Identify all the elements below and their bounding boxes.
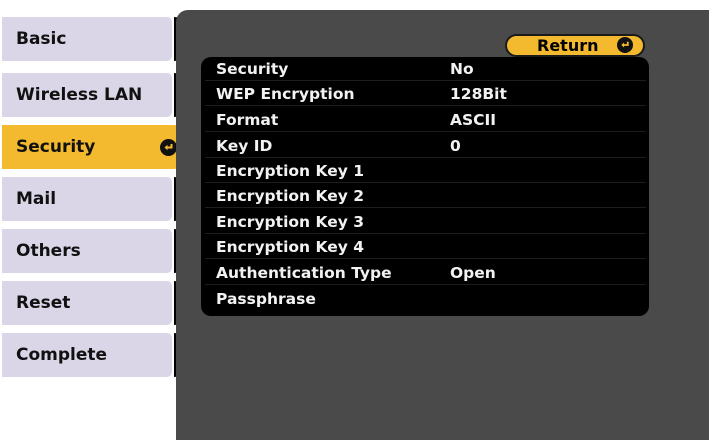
tab-basic[interactable]: Basic [2,17,172,61]
setting-row-encryption-key-1[interactable]: Encryption Key 1 [205,161,646,183]
tab-label: Others [16,241,81,261]
tab-label: Reset [16,293,71,313]
row-divider [205,258,646,259]
setting-label: Passphrase [216,290,316,308]
return-button[interactable]: Return [505,34,645,57]
setting-value: 0 [450,137,461,155]
tab-others[interactable]: Others [2,229,172,273]
setting-row-encryption-key-4[interactable]: Encryption Key 4 [205,237,646,259]
setting-label: WEP Encryption [216,85,355,103]
setting-label: Encryption Key 1 [216,162,364,180]
setting-row-format[interactable]: Format ASCII [205,110,646,132]
row-divider [205,157,646,158]
tab-complete[interactable]: Complete [2,333,172,377]
setting-row-encryption-key-2[interactable]: Encryption Key 2 [205,186,646,208]
setting-value: No [450,60,474,78]
setting-row-authentication-type[interactable]: Authentication Type Open [205,263,646,285]
tab-reset[interactable]: Reset [2,281,172,325]
projector-network-menu: Basic Wireless LAN Security Mail Others … [0,0,709,440]
tab-label: Complete [16,345,108,365]
tab-security[interactable]: Security [2,125,188,169]
setting-label: Encryption Key 4 [216,238,364,256]
tab-label: Wireless LAN [16,85,143,105]
tab-label: Basic [16,29,67,49]
row-divider [205,182,646,183]
enter-icon [617,37,633,53]
setting-label: Authentication Type [216,264,392,282]
tab-wireless-lan[interactable]: Wireless LAN [2,73,172,117]
setting-value: ASCII [450,111,497,129]
setting-value: Open [450,264,496,282]
row-divider [205,207,646,208]
enter-icon [160,139,177,156]
setting-label: Key ID [216,137,273,155]
setting-label: Security [216,60,289,78]
return-button-label: Return [537,36,599,55]
setting-row-security[interactable]: Security No [205,59,646,81]
setting-value: 128Bit [450,85,507,103]
row-divider [205,80,646,81]
row-divider [205,131,646,132]
tab-label: Mail [16,189,57,209]
setting-row-passphrase[interactable]: Passphrase [205,289,646,310]
row-divider [205,233,646,234]
setting-row-wep-encryption[interactable]: WEP Encryption 128Bit [205,84,646,106]
row-divider [205,284,646,285]
setting-label: Encryption Key 2 [216,187,364,205]
tab-mail[interactable]: Mail [2,177,172,221]
row-divider [205,105,646,106]
setting-row-encryption-key-3[interactable]: Encryption Key 3 [205,212,646,234]
setting-label: Encryption Key 3 [216,213,364,231]
setting-row-key-id[interactable]: Key ID 0 [205,136,646,158]
setting-label: Format [216,111,279,129]
tab-label: Security [16,137,96,157]
